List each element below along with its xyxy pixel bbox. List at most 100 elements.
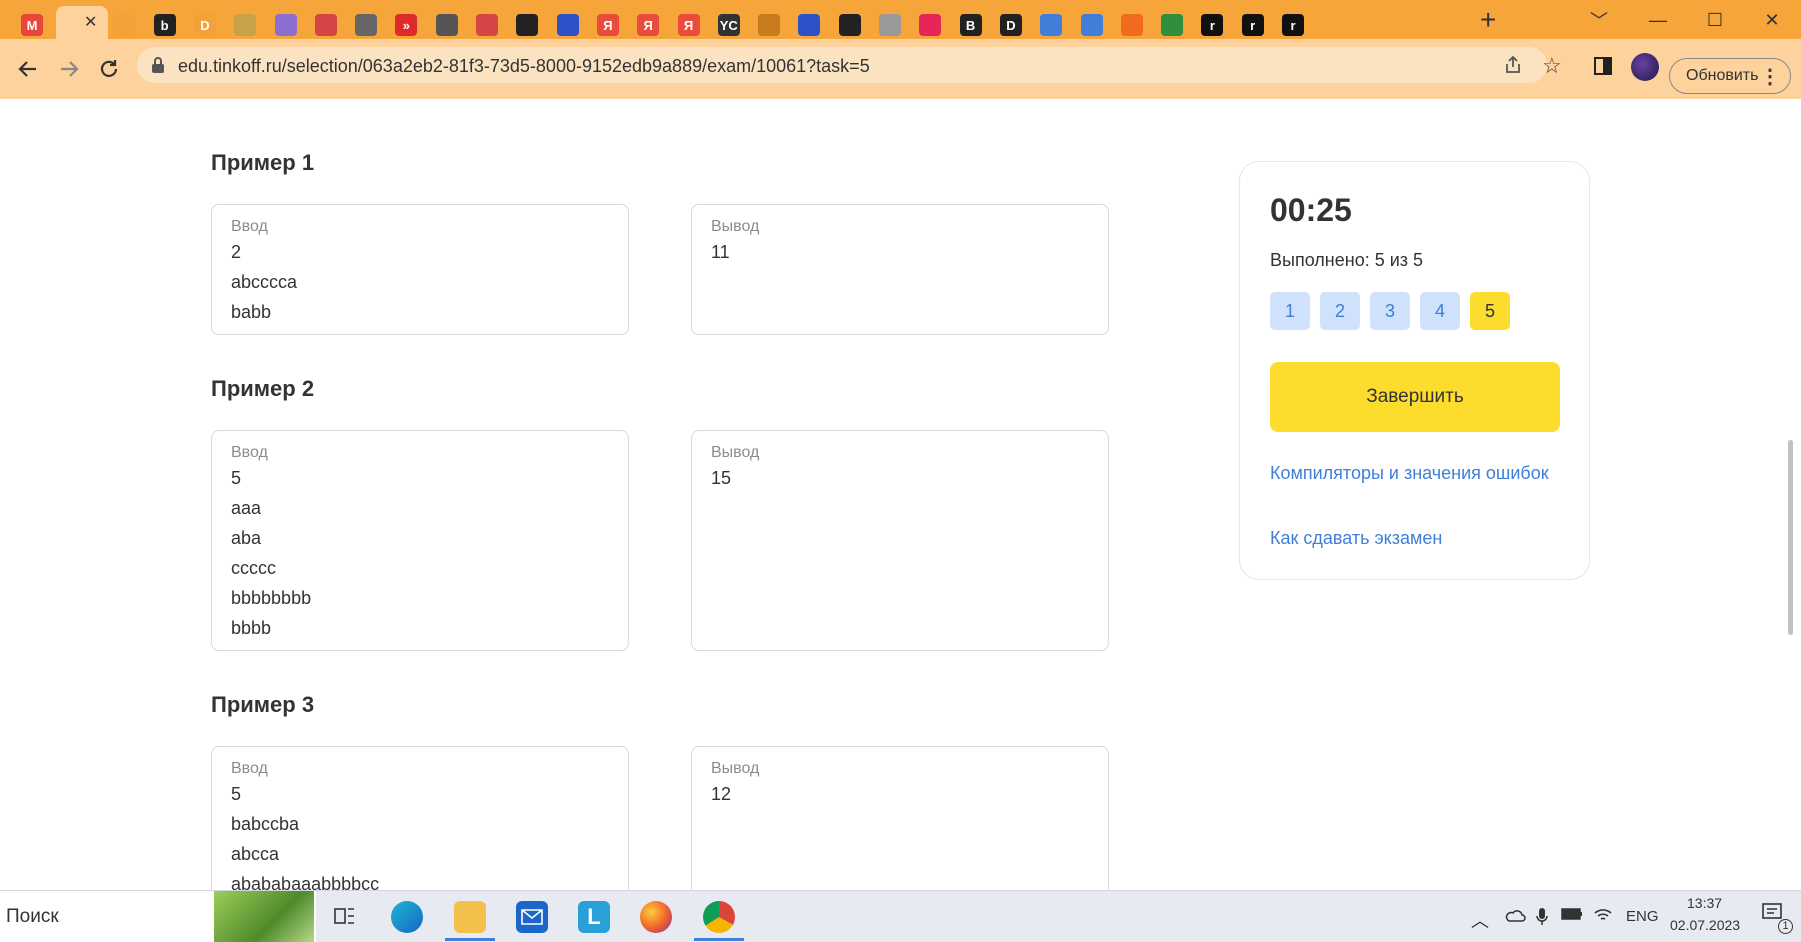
- tab-favicon-icon[interactable]: [274, 14, 297, 36]
- clock-time[interactable]: 13:37: [1687, 895, 1722, 911]
- clock-date[interactable]: 02.07.2023: [1670, 917, 1740, 933]
- onedrive-icon[interactable]: [1504, 907, 1526, 928]
- example-input-box: Ввод 5 babccba abcca abababaaabbbbcc: [211, 746, 629, 906]
- wifi-icon[interactable]: [1593, 907, 1613, 928]
- profile-avatar[interactable]: [1631, 53, 1659, 81]
- tab-favicon-icon[interactable]: [1080, 14, 1103, 36]
- input-line: ccccc: [231, 558, 276, 578]
- tab-favicon-icon[interactable]: »: [395, 14, 418, 36]
- tab-favicon-icon[interactable]: [314, 14, 337, 36]
- input-line: aaa: [231, 498, 262, 518]
- tab-favicon-icon[interactable]: [758, 14, 781, 36]
- tab-favicon-icon[interactable]: [1120, 14, 1143, 36]
- tab-favicon-icon[interactable]: [476, 14, 498, 36]
- task-button-5[interactable]: 5: [1470, 292, 1510, 330]
- output-line: 11: [711, 242, 730, 262]
- input-line: abcccca: [231, 272, 298, 292]
- tab-favicon-icon[interactable]: [1161, 14, 1184, 36]
- l-app-icon[interactable]: L: [578, 901, 610, 933]
- task-button-1[interactable]: 1: [1270, 292, 1310, 330]
- tab-favicon-icon[interactable]: r: [1201, 14, 1224, 36]
- task-button-2[interactable]: 2: [1320, 292, 1360, 330]
- tray-chevron-up-icon[interactable]: ︿: [1471, 907, 1489, 933]
- browser-toolbar: edu.tinkoff.ru/selection/063a2eb2-81f3-7…: [0, 39, 1801, 99]
- tab-favicon-icon[interactable]: D: [193, 14, 216, 36]
- example-input-box: Ввод 5 aaa aba ccccc bbbbbbbb bbbb: [211, 430, 629, 651]
- menu-dots-icon[interactable]: ⋮: [1760, 64, 1780, 89]
- tab-favicon-icon[interactable]: [1040, 14, 1063, 36]
- tab-favicon-icon[interactable]: [838, 14, 861, 36]
- output-line: 12: [711, 784, 732, 804]
- tab-favicon-icon[interactable]: Я: [637, 14, 660, 36]
- tab-favicon-icon[interactable]: [556, 14, 579, 36]
- battery-icon[interactable]: [1561, 907, 1583, 926]
- input-line: bbbbbbbb: [231, 588, 312, 608]
- notification-count-badge: 1: [1778, 919, 1793, 934]
- input-line: abcca: [231, 844, 280, 864]
- side-panel-icon[interactable]: [1594, 57, 1612, 75]
- windows-taskbar: Поиск L ︿ ENG 13:37 02.07.2023 1: [0, 890, 1801, 942]
- input-label: Ввод: [231, 444, 268, 461]
- page-scrollbar[interactable]: [1788, 440, 1793, 635]
- tab-favicon-icon[interactable]: [234, 14, 257, 36]
- output-label: Вывод: [711, 218, 760, 235]
- tab-favicon-icon[interactable]: D: [999, 14, 1022, 36]
- tab-favicon-icon[interactable]: [516, 14, 539, 36]
- share-icon[interactable]: [1503, 55, 1523, 80]
- address-bar[interactable]: edu.tinkoff.ru/selection/063a2eb2-81f3-7…: [137, 47, 1562, 83]
- update-browser-button[interactable]: Обновить ⋮: [1669, 58, 1791, 94]
- task-view-icon[interactable]: [329, 901, 361, 933]
- microphone-icon[interactable]: [1536, 907, 1548, 932]
- tab-favicon-icon[interactable]: YC: [717, 14, 740, 36]
- edge-browser-icon[interactable]: [391, 901, 423, 933]
- maximize-button[interactable]: ☐: [1695, 8, 1735, 32]
- close-window-button[interactable]: ✕: [1752, 8, 1792, 32]
- example-input-box: Ввод 2 abcccca babb: [211, 204, 629, 335]
- input-label: Ввод: [231, 218, 268, 235]
- input-line: bbbb: [231, 618, 272, 638]
- file-explorer-icon[interactable]: [454, 901, 486, 933]
- output-line: 15: [711, 468, 732, 488]
- input-line: 5: [231, 784, 242, 804]
- example-title: Пример 2: [211, 376, 315, 401]
- tab-favicon-icon[interactable]: Я: [596, 14, 619, 36]
- tab-search-icon[interactable]: ﹀: [1579, 8, 1619, 32]
- tab-favicon-icon[interactable]: r: [1282, 14, 1304, 36]
- tab-favicon-icon[interactable]: [919, 14, 942, 36]
- minimize-button[interactable]: —: [1638, 8, 1678, 32]
- tab-favicon-icon[interactable]: [798, 14, 821, 36]
- cutoff-heading: [211, 96, 371, 102]
- input-line: 2: [231, 242, 242, 262]
- tab-favicon-icon[interactable]: M: [21, 14, 43, 36]
- language-indicator[interactable]: ENG: [1626, 908, 1659, 925]
- task-button-3[interactable]: 3: [1370, 292, 1410, 330]
- mail-icon[interactable]: [516, 901, 548, 933]
- active-tab[interactable]: ✕: [56, 6, 108, 39]
- tab-favicon-icon[interactable]: [879, 14, 901, 36]
- url-text[interactable]: edu.tinkoff.ru/selection/063a2eb2-81f3-7…: [178, 56, 870, 77]
- tab-strip: ✕ Mb D» Я Я Я YC B Dr r r + ﹀ — ☐ ✕: [0, 0, 1801, 39]
- tab-close-icon[interactable]: ✕: [84, 12, 97, 32]
- chrome-icon[interactable]: [703, 901, 735, 933]
- bookmark-star-icon[interactable]: ☆: [1542, 53, 1562, 79]
- tab-favicon-icon[interactable]: B: [959, 14, 982, 36]
- new-tab-button[interactable]: +: [1480, 4, 1496, 36]
- compilers-errors-link[interactable]: Компиляторы и значения ошибок: [1270, 461, 1560, 486]
- tab-favicon-icon[interactable]: [113, 14, 136, 36]
- back-arrow-icon[interactable]: [14, 55, 42, 83]
- tab-favicon-icon[interactable]: b: [153, 14, 176, 36]
- taskbar-search-input[interactable]: Поиск: [0, 891, 316, 942]
- task-button-4[interactable]: 4: [1420, 292, 1460, 330]
- completed-count: Выполнено: 5 из 5: [1270, 250, 1424, 270]
- tab-favicon-icon[interactable]: r: [1241, 14, 1264, 36]
- forward-arrow-icon[interactable]: [55, 55, 83, 83]
- tab-favicon-icon[interactable]: [355, 14, 378, 36]
- how-to-take-exam-link[interactable]: Как сдавать экзамен: [1270, 526, 1560, 551]
- finish-exam-button[interactable]: Завершить: [1270, 362, 1560, 432]
- firefox-icon[interactable]: [640, 901, 672, 933]
- tab-favicon-icon[interactable]: [435, 14, 458, 36]
- input-line: 5: [231, 468, 242, 488]
- output-label: Вывод: [711, 760, 760, 777]
- reload-icon[interactable]: [95, 55, 123, 83]
- tab-favicon-icon[interactable]: Я: [677, 14, 700, 36]
